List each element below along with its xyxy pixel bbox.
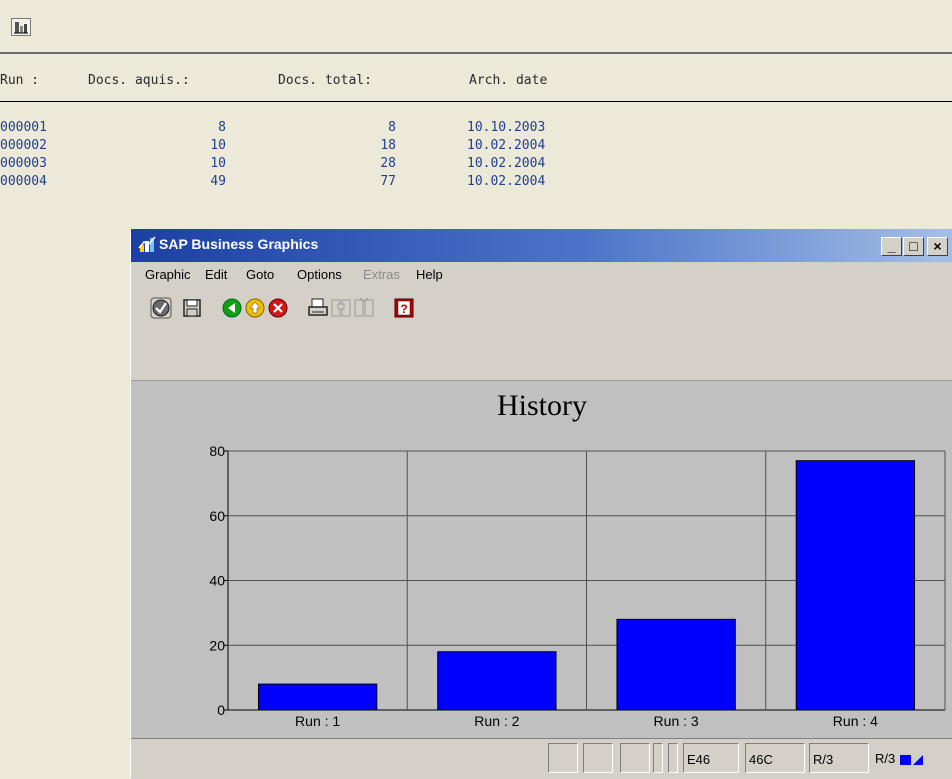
find-next-icon (354, 297, 374, 317)
x-tick-label: Run : 2 (474, 713, 519, 729)
status-bar: E46 46C R/3 R/3 (131, 738, 952, 779)
status-field-empty (620, 743, 650, 773)
bar-chart: 0 20 40 60 80 Run : 1 Run : 2 Run : 3 Run : 4 (209, 443, 946, 729)
y-tick-label: 80 (209, 443, 225, 459)
cell-docs-aquis: 49 (210, 174, 226, 189)
sap-status-icon (899, 754, 923, 765)
window-titlebar[interactable]: SAP Business Graphics _ □ × (131, 229, 952, 262)
menu-graphic[interactable]: Graphic (145, 267, 191, 282)
x-tick-label: Run : 3 (654, 713, 699, 729)
close-button[interactable]: × (927, 237, 948, 256)
save-button[interactable] (181, 297, 203, 319)
table-row[interactable]: 000004 49 77 10.02.2004 (0, 174, 952, 192)
bar (257, 683, 378, 711)
application-toolbar (0, 0, 952, 54)
menu-extras[interactable]: Extras (363, 267, 400, 282)
cell-docs-total: 8 (388, 120, 396, 135)
y-tick-label: 20 (209, 637, 225, 653)
bar (437, 651, 557, 711)
y-tick-label: 0 (217, 702, 225, 718)
find-next-button[interactable] (353, 297, 375, 319)
y-tick-label: 40 (209, 573, 225, 589)
cell-arch-date: 10.02.2004 (467, 174, 546, 189)
find-button[interactable] (330, 297, 352, 319)
exit-button[interactable] (244, 297, 266, 319)
status-client: 46C (745, 743, 805, 773)
enter-button[interactable] (150, 297, 172, 319)
cell-docs-aquis: 8 (218, 120, 226, 135)
cell-run: 000001 (0, 120, 47, 135)
cell-docs-aquis: 10 (210, 156, 226, 171)
standard-toolbar: ? (131, 297, 952, 327)
status-r3-label: R/3 (875, 751, 896, 766)
status-mode: R/3 (809, 743, 869, 773)
status-system: E46 (683, 743, 739, 773)
cell-arch-date: 10.02.2004 (467, 138, 546, 153)
x-tick-label: Run : 4 (833, 713, 878, 729)
cell-docs-aquis: 10 (210, 138, 226, 153)
cell-run: 000003 (0, 156, 47, 171)
chart-area: History 0 20 40 60 80 Run : 1 Run : 2 Run : 3 Ru… (131, 380, 952, 739)
header-docs-aquis: Docs. aquis.: (88, 73, 190, 88)
x-tick-label: Run : 1 (295, 713, 340, 729)
close-icon: × (933, 238, 942, 254)
cancel-icon (268, 298, 288, 318)
bar (795, 460, 916, 711)
help-button[interactable]: ? (393, 297, 415, 319)
find-icon (331, 299, 351, 317)
menu-options[interactable]: Options (297, 267, 342, 282)
maximize-icon: □ (909, 238, 918, 254)
svg-text:?: ? (400, 302, 407, 316)
back-icon (222, 298, 242, 318)
menu-help[interactable]: Help (416, 267, 443, 282)
cell-docs-total: 77 (380, 174, 396, 189)
cell-arch-date: 10.10.2003 (467, 120, 546, 135)
print-icon (308, 298, 328, 316)
menu-goto[interactable]: Goto (246, 267, 274, 282)
cell-docs-total: 18 (380, 138, 396, 153)
minimize-button[interactable]: _ (881, 237, 902, 256)
cancel-button[interactable] (267, 297, 289, 319)
exit-icon (245, 298, 265, 318)
status-right-label: R/3 (875, 751, 925, 767)
cell-arch-date: 10.02.2004 (467, 156, 546, 171)
enter-icon (150, 297, 172, 319)
sap-graphics-icon (138, 236, 156, 252)
minimize-icon: _ (887, 238, 896, 254)
graphic-button[interactable] (11, 18, 31, 36)
cell-run: 000002 (0, 138, 47, 153)
header-docs-total: Docs. total: (278, 73, 372, 88)
cell-run: 000004 (0, 174, 47, 189)
save-icon (183, 299, 201, 317)
status-field-empty (583, 743, 613, 773)
back-button[interactable] (221, 297, 243, 319)
header-divider (0, 101, 952, 102)
menu-edit[interactable]: Edit (205, 267, 227, 282)
y-tick-label: 60 (209, 508, 225, 524)
status-field-empty (653, 743, 663, 773)
header-arch-date: Arch. date (469, 73, 548, 88)
business-graphics-window: SAP Business Graphics _ □ × Graphic Edit… (130, 229, 952, 779)
print-button[interactable] (307, 297, 329, 319)
bar (616, 618, 736, 711)
window-title: SAP Business Graphics (159, 236, 319, 252)
status-field-empty (548, 743, 578, 773)
bar-chart-icon (14, 22, 28, 34)
table-row[interactable]: 000001 8 8 10.10.2003 (0, 120, 952, 138)
header-run: Run : (0, 73, 40, 88)
maximize-button[interactable]: □ (903, 237, 924, 256)
help-icon: ? (394, 298, 414, 318)
status-field-empty (668, 743, 678, 773)
table-row[interactable]: 000002 10 18 10.02.2004 (0, 138, 952, 156)
table-row[interactable]: 000003 10 28 10.02.2004 (0, 156, 952, 174)
cell-docs-total: 28 (380, 156, 396, 171)
